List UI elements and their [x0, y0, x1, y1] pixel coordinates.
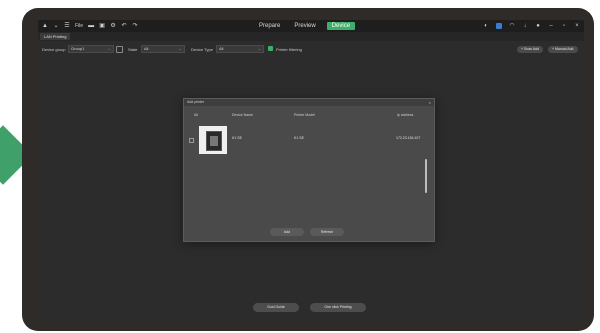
dialog-title-bar: Add printer ×: [184, 99, 434, 106]
file-menu-label[interactable]: File: [75, 23, 83, 29]
state-value: All: [144, 46, 149, 51]
guide-button[interactable]: Guid Guide: [253, 303, 299, 312]
column-printer-model: Printer Model: [294, 113, 315, 117]
open-folder-icon[interactable]: ▣: [99, 23, 105, 29]
device-group-value: Group1: [71, 46, 85, 51]
dialog-scrollbar[interactable]: [425, 159, 427, 193]
dialog-title: Add printer: [187, 100, 205, 104]
chevron-down-icon[interactable]: ⌄: [53, 23, 59, 29]
tab-prepare[interactable]: Prepare: [256, 22, 283, 30]
headset-icon[interactable]: ◐: [483, 23, 489, 29]
edit-group-icon[interactable]: [116, 46, 123, 53]
download-icon[interactable]: ↓: [522, 23, 528, 29]
printer-image: [206, 131, 222, 151]
app-window: ▲ ⌄ ☰ File ▬ ▣ ⚙ ↶ ↷ Prepare Preview Dev…: [38, 20, 584, 321]
state-label: State: [128, 47, 138, 52]
wifi-icon[interactable]: ◠: [509, 23, 515, 29]
save-icon[interactable]: ▬: [88, 23, 94, 29]
user-avatar-icon[interactable]: [496, 23, 502, 29]
device-type-select[interactable]: All ⌄: [216, 45, 264, 53]
device-group-select[interactable]: Group1 ⌄: [68, 45, 114, 53]
printer-model-cell: K1 SE: [294, 136, 304, 140]
close-icon[interactable]: ×: [574, 23, 580, 29]
chevron-down-icon: ⌄: [107, 46, 111, 51]
chevron-down-icon: ⌄: [178, 46, 182, 51]
undo-icon[interactable]: ↶: [121, 23, 127, 29]
row-checkbox[interactable]: [189, 138, 194, 143]
app-logo-icon: ▲: [42, 23, 48, 29]
scan-add-button[interactable]: + Scan Add: [517, 46, 544, 53]
tab-lan-printing[interactable]: LAN Printing: [40, 33, 71, 40]
device-group-label: Device group: [42, 47, 66, 52]
menu-icon[interactable]: ☰: [64, 23, 70, 29]
title-bar: ▲ ⌄ ☰ File ▬ ▣ ⚙ ↶ ↷ Prepare Preview Dev…: [38, 20, 584, 32]
redo-icon[interactable]: ↷: [132, 23, 138, 29]
ip-address-cell: 172.23.184.107: [396, 136, 421, 140]
add-printer-dialog: Add printer × All Device Name Printer Mo…: [183, 98, 435, 242]
tab-preview[interactable]: Preview: [291, 22, 318, 30]
refresh-button[interactable]: Refresh: [310, 228, 344, 236]
printer-filter-label: Printer filtering: [276, 47, 302, 52]
printer-filter-checkbox[interactable]: [268, 46, 273, 51]
add-button[interactable]: Add: [270, 228, 304, 236]
device-type-value: All: [219, 46, 224, 51]
column-ip-address: Ip address: [397, 113, 414, 117]
close-icon[interactable]: ×: [426, 99, 431, 106]
chevron-down-icon: ⌄: [257, 46, 261, 51]
title-bar-right: ◐ ◠ ↓ ● – ▫ ×: [483, 22, 580, 30]
minimize-icon[interactable]: –: [548, 23, 554, 29]
state-select[interactable]: All ⌄: [141, 45, 185, 53]
device-name-cell: K1 SE: [232, 136, 242, 140]
gear-icon[interactable]: ⚙: [110, 23, 116, 29]
maximize-icon[interactable]: ▫: [561, 23, 567, 29]
title-bar-left: ▲ ⌄ ☰ File ▬ ▣ ⚙ ↶ ↷: [42, 22, 138, 30]
column-device-name: Device Name: [232, 113, 254, 117]
column-all[interactable]: All: [194, 113, 198, 117]
device-type-label: Device Type: [191, 47, 213, 52]
manual-add-button[interactable]: + Manual Add: [548, 46, 578, 53]
one-click-printing-button[interactable]: One click Printing: [310, 303, 366, 312]
printer-thumbnail: [199, 126, 227, 154]
filter-row: Device group Group1 ⌄ State All ⌄ Device…: [38, 44, 584, 54]
person-icon[interactable]: ●: [535, 23, 541, 29]
sub-tab-bar: LAN Printing: [38, 32, 584, 41]
main-tabs: Prepare Preview Device: [256, 21, 356, 31]
tab-device[interactable]: Device: [326, 22, 356, 30]
